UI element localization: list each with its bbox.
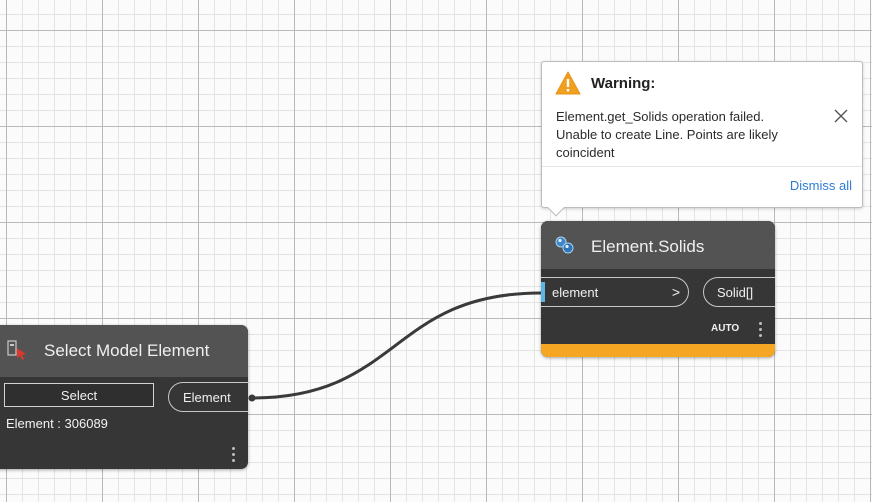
dismiss-all-link[interactable]: Dismiss all	[790, 178, 852, 193]
node-header[interactable]: Element.Solids	[541, 221, 775, 269]
output-port-solids[interactable]: Solid[]	[703, 277, 775, 307]
warning-state-bar	[541, 344, 775, 357]
chevron-right-icon[interactable]: >	[672, 284, 680, 300]
select-button[interactable]: Select	[4, 383, 154, 407]
element-solids-icon	[555, 236, 574, 254]
node-title: Select Model Element	[44, 341, 210, 360]
select-model-element-node[interactable]: Select Model Element Select Element : 30…	[0, 325, 248, 469]
select-model-element-icon	[7, 340, 26, 360]
element-solids-node[interactable]: Element.Solids element > Solid[] AUTO	[541, 221, 775, 357]
warning-message: Element.get_Solids operation failed. Una…	[556, 109, 778, 160]
node-options-icon[interactable]	[759, 322, 762, 340]
warning-triangle-icon	[555, 71, 581, 95]
warning-divider	[542, 166, 862, 167]
lacing-label: AUTO	[711, 323, 740, 334]
node-title: Element.Solids	[591, 237, 705, 256]
graph-canvas[interactable]: Warning: Element.get_Solids operation fa…	[0, 0, 872, 502]
warning-bubble: Warning: Element.get_Solids operation fa…	[541, 61, 863, 208]
close-icon[interactable]	[833, 108, 849, 124]
input-port-label: element	[552, 285, 599, 300]
warning-title: Warning:	[591, 75, 656, 92]
node-header[interactable]: Select Model Element	[0, 325, 248, 377]
input-port-element[interactable]: element >	[541, 277, 689, 307]
output-port-element[interactable]: Element	[168, 382, 248, 412]
node-options-icon[interactable]	[232, 447, 235, 465]
element-value: Element : 306089	[6, 416, 108, 431]
